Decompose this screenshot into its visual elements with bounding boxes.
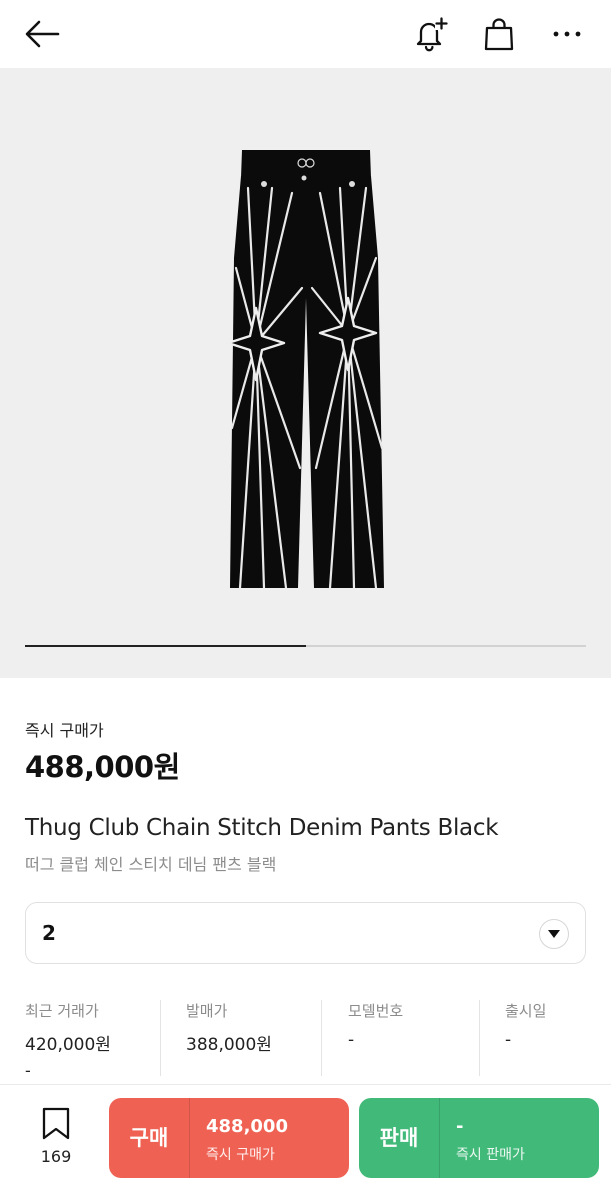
product-name-ko: 떠그 클럽 체인 스티치 데님 팬츠 블랙: [25, 855, 277, 874]
stat-value: 420,000원: [25, 1035, 111, 1055]
stat-release-price: 발매가 388,000원: [186, 1000, 272, 1076]
carousel-indicator-fill: [25, 645, 306, 647]
size-select-value: 2: [42, 921, 56, 945]
stat-value: -: [505, 1030, 512, 1050]
buy-button-sublabel: 즉시 구매가: [206, 1147, 275, 1163]
sell-button[interactable]: 판매 - 즉시 판매가: [359, 1098, 599, 1178]
sell-button-label: 판매: [379, 1126, 419, 1150]
size-select[interactable]: 2: [25, 902, 586, 964]
product-image-carousel[interactable]: [0, 68, 611, 678]
sell-button-price: -: [456, 1116, 464, 1137]
sell-button-sublabel: 즉시 판매가: [456, 1147, 525, 1163]
product-name-en: Thug Club Chain Stitch Denim Pants Black: [25, 815, 499, 841]
bottom-action-bar: 169 구매 488,000 즉시 구매가 판매 - 즉시 판매가: [0, 1084, 611, 1200]
stat-label: 발매가: [186, 1002, 228, 1020]
notify-button[interactable]: [408, 12, 452, 56]
stat-subvalue: -: [25, 1061, 31, 1080]
stat-recent-trade: 최근 거래가 420,000원 -: [25, 1000, 111, 1080]
instant-price: 488,000원: [25, 750, 180, 784]
stat-value: -: [348, 1030, 355, 1050]
stat-model-number: 모델번호 -: [348, 1000, 403, 1076]
sell-button-divider: [439, 1098, 440, 1178]
size-select-toggle[interactable]: [539, 919, 569, 949]
stat-label: 모델번호: [348, 1002, 404, 1020]
buy-button[interactable]: 구매 488,000 즉시 구매가: [109, 1098, 349, 1178]
more-dots-icon: [553, 31, 581, 37]
stat-label: 최근 거래가: [25, 1002, 99, 1020]
stat-divider: [160, 1000, 161, 1076]
product-image: [226, 150, 384, 590]
top-bar: [0, 0, 611, 68]
instant-price-label: 즉시 구매가: [25, 721, 104, 740]
bell-plus-icon: [416, 17, 448, 52]
stat-divider: [479, 1000, 480, 1076]
back-button[interactable]: [20, 12, 64, 56]
stat-release-date: 출시일 -: [505, 1000, 546, 1076]
more-button[interactable]: [545, 12, 589, 56]
arrow-left-icon: [25, 20, 60, 48]
triangle-down-icon: [548, 930, 560, 938]
bookmark-icon: [42, 1107, 70, 1140]
stat-value: 388,000원: [186, 1035, 272, 1055]
wishlist-button[interactable]: 169: [24, 1107, 88, 1167]
buy-button-price: 488,000: [206, 1116, 288, 1137]
buy-button-divider: [189, 1098, 190, 1178]
stat-divider: [321, 1000, 322, 1076]
carousel-indicator: [25, 645, 586, 647]
stat-label: 출시일: [505, 1002, 547, 1020]
shopping-bag-icon: [484, 18, 514, 51]
product-stats: 최근 거래가 420,000원 - 발매가 388,000원 모델번호 - 출시…: [0, 1000, 611, 1080]
buy-button-label: 구매: [129, 1126, 169, 1150]
wishlist-count: 169: [40, 1147, 72, 1166]
cart-button[interactable]: [477, 12, 521, 56]
